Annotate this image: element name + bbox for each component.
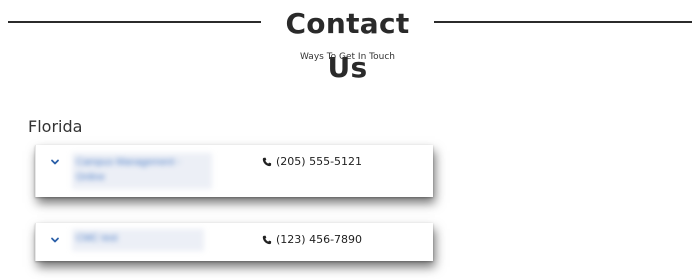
contact-phone-link[interactable]: (205) 555-5121 <box>262 155 362 168</box>
contact-name-link[interactable]: CMC test <box>72 229 204 251</box>
title-divider-right <box>434 21 692 23</box>
title-divider-left <box>8 21 261 23</box>
chevron-down-icon[interactable] <box>50 157 60 167</box>
page-title: Contact Us <box>285 7 410 84</box>
contact-card[interactable]: CMC test (123) 456-7890 <box>35 223 433 261</box>
chevron-down-icon[interactable] <box>50 235 60 245</box>
contact-card[interactable]: Campus Management - Online (205) 555-512… <box>35 145 433 197</box>
contact-page: Contact Us Ways To Get In Touch Florida … <box>0 0 699 280</box>
state-heading: Florida <box>28 117 83 136</box>
contact-phone-link[interactable]: (123) 456-7890 <box>262 233 362 246</box>
contact-phone-number: (123) 456-7890 <box>276 233 363 246</box>
contact-name-link[interactable]: Campus Management - Online <box>72 153 212 189</box>
contact-phone-number: (205) 555-5121 <box>276 155 363 168</box>
phone-icon <box>262 235 272 245</box>
phone-icon <box>262 157 272 167</box>
page-subtitle: Ways To Get In Touch <box>299 52 395 62</box>
